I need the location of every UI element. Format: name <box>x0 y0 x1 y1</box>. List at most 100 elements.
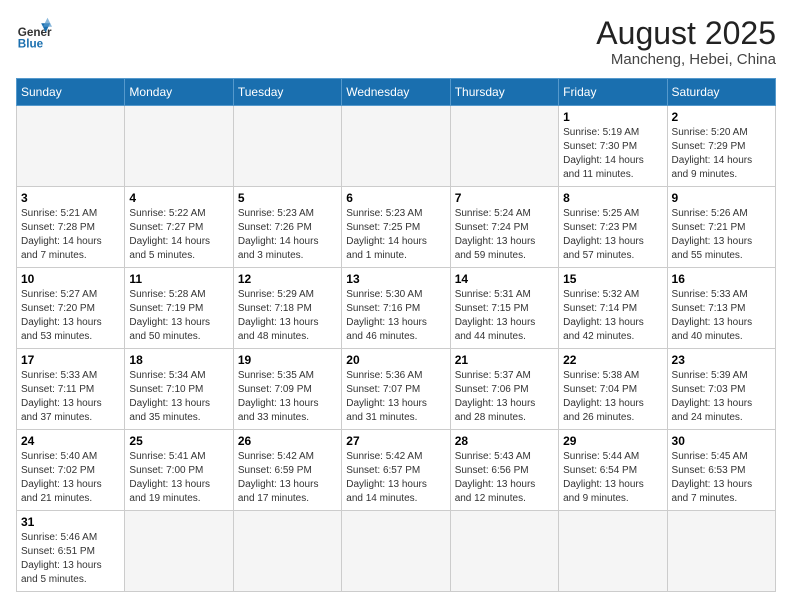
day-number: 12 <box>238 272 337 286</box>
calendar-cell: 20 Sunrise: 5:36 AM Sunset: 7:07 PM Dayli… <box>342 349 450 430</box>
calendar-cell <box>17 106 125 187</box>
day-info: Sunrise: 5:35 AM Sunset: 7:09 PM Dayligh… <box>238 369 337 425</box>
day-info: Sunrise: 5:44 AM Sunset: 6:54 PM Dayligh… <box>563 450 662 506</box>
calendar-week-6: 31 Sunrise: 5:46 AM Sunset: 6:51 PM Dayli… <box>17 511 776 592</box>
calendar-cell: 13Sunrise: 5:30 AM Sunset: 7:16 PM Dayli… <box>342 268 450 349</box>
day-number: 5 <box>238 191 337 205</box>
calendar-cell: 18 Sunrise: 5:34 AM Sunset: 7:10 PM Dayli… <box>125 349 233 430</box>
calendar-cell: 10 Sunrise: 5:27 AM Sunset: 7:20 PM Dayli… <box>17 268 125 349</box>
day-number: 27 <box>346 434 445 448</box>
day-number: 16 <box>672 272 771 286</box>
day-info: Sunrise: 5:40 AM Sunset: 7:02 PM Dayligh… <box>21 450 120 506</box>
day-header-thursday: Thursday <box>450 79 558 106</box>
calendar-cell: 9 Sunrise: 5:26 AM Sunset: 7:21 PM Daylig… <box>667 187 775 268</box>
day-info: Sunrise: 5:23 AM Sunset: 7:26 PM Dayligh… <box>238 207 337 263</box>
day-number: 7 <box>455 191 554 205</box>
day-info: Sunrise: 5:22 AM Sunset: 7:27 PM Dayligh… <box>129 207 228 263</box>
day-number: 11 <box>129 272 228 286</box>
calendar-cell: 26 Sunrise: 5:42 AM Sunset: 6:59 PM Dayli… <box>233 430 341 511</box>
day-number: 2 <box>672 110 771 124</box>
day-info: Sunrise: 5:27 AM Sunset: 7:20 PM Dayligh… <box>21 288 120 344</box>
day-info: Sunrise: 5:31 AM Sunset: 7:15 PM Dayligh… <box>455 288 554 344</box>
day-info: Sunrise: 5:25 AM Sunset: 7:23 PM Dayligh… <box>563 207 662 263</box>
calendar-cell: 7Sunrise: 5:24 AM Sunset: 7:24 PM Daylig… <box>450 187 558 268</box>
calendar-cell: 6 Sunrise: 5:23 AM Sunset: 7:25 PM Daylig… <box>342 187 450 268</box>
day-info: Sunrise: 5:32 AM Sunset: 7:14 PM Dayligh… <box>563 288 662 344</box>
day-header-wednesday: Wednesday <box>342 79 450 106</box>
calendar-subtitle: Mancheng, Hebei, China <box>596 51 776 68</box>
day-number: 28 <box>455 434 554 448</box>
day-info: Sunrise: 5:19 AM Sunset: 7:30 PM Dayligh… <box>563 126 662 182</box>
calendar-cell: 4 Sunrise: 5:22 AM Sunset: 7:27 PM Daylig… <box>125 187 233 268</box>
calendar-cell: 5 Sunrise: 5:23 AM Sunset: 7:26 PM Daylig… <box>233 187 341 268</box>
calendar-week-2: 3 Sunrise: 5:21 AM Sunset: 7:28 PM Daylig… <box>17 187 776 268</box>
day-number: 18 <box>129 353 228 367</box>
day-info: Sunrise: 5:46 AM Sunset: 6:51 PM Dayligh… <box>21 531 120 587</box>
day-info: Sunrise: 5:26 AM Sunset: 7:21 PM Dayligh… <box>672 207 771 263</box>
calendar-cell: 25 Sunrise: 5:41 AM Sunset: 7:00 PM Dayli… <box>125 430 233 511</box>
calendar-cell: 21 Sunrise: 5:37 AM Sunset: 7:06 PM Dayli… <box>450 349 558 430</box>
day-number: 26 <box>238 434 337 448</box>
day-number: 6 <box>346 191 445 205</box>
calendar-title-area: August 2025 Mancheng, Hebei, China <box>596 16 776 68</box>
day-header-sunday: Sunday <box>17 79 125 106</box>
day-info: Sunrise: 5:39 AM Sunset: 7:03 PM Dayligh… <box>672 369 771 425</box>
calendar-cell <box>342 106 450 187</box>
day-number: 4 <box>129 191 228 205</box>
day-number: 20 <box>346 353 445 367</box>
day-info: Sunrise: 5:41 AM Sunset: 7:00 PM Dayligh… <box>129 450 228 506</box>
calendar-cell: 3 Sunrise: 5:21 AM Sunset: 7:28 PM Daylig… <box>17 187 125 268</box>
day-info: Sunrise: 5:20 AM Sunset: 7:29 PM Dayligh… <box>672 126 771 182</box>
day-header-friday: Friday <box>559 79 667 106</box>
calendar-cell <box>559 511 667 592</box>
day-number: 17 <box>21 353 120 367</box>
day-number: 31 <box>21 515 120 529</box>
day-header-saturday: Saturday <box>667 79 775 106</box>
day-info: Sunrise: 5:45 AM Sunset: 6:53 PM Dayligh… <box>672 450 771 506</box>
calendar-cell: 16 Sunrise: 5:33 AM Sunset: 7:13 PM Dayli… <box>667 268 775 349</box>
calendar-cell: 1Sunrise: 5:19 AM Sunset: 7:30 PM Daylig… <box>559 106 667 187</box>
calendar-week-4: 17 Sunrise: 5:33 AM Sunset: 7:11 PM Dayli… <box>17 349 776 430</box>
day-number: 10 <box>21 272 120 286</box>
calendar-cell: 14 Sunrise: 5:31 AM Sunset: 7:15 PM Dayli… <box>450 268 558 349</box>
day-number: 3 <box>21 191 120 205</box>
calendar-cell: 31 Sunrise: 5:46 AM Sunset: 6:51 PM Dayli… <box>17 511 125 592</box>
calendar-cell: 15 Sunrise: 5:32 AM Sunset: 7:14 PM Dayli… <box>559 268 667 349</box>
day-info: Sunrise: 5:34 AM Sunset: 7:10 PM Dayligh… <box>129 369 228 425</box>
calendar-cell: 11Sunrise: 5:28 AM Sunset: 7:19 PM Dayli… <box>125 268 233 349</box>
day-number: 21 <box>455 353 554 367</box>
page-header: General Blue August 2025 Mancheng, Hebei… <box>16 16 776 68</box>
logo-icon: General Blue <box>16 16 52 52</box>
calendar-week-3: 10 Sunrise: 5:27 AM Sunset: 7:20 PM Dayli… <box>17 268 776 349</box>
day-header-tuesday: Tuesday <box>233 79 341 106</box>
day-info: Sunrise: 5:23 AM Sunset: 7:25 PM Dayligh… <box>346 207 445 263</box>
calendar-cell: 28 Sunrise: 5:43 AM Sunset: 6:56 PM Dayli… <box>450 430 558 511</box>
calendar-cell <box>125 511 233 592</box>
day-info: Sunrise: 5:36 AM Sunset: 7:07 PM Dayligh… <box>346 369 445 425</box>
calendar-cell <box>667 511 775 592</box>
calendar-cell: 27 Sunrise: 5:42 AM Sunset: 6:57 PM Dayli… <box>342 430 450 511</box>
calendar-cell <box>233 106 341 187</box>
day-info: Sunrise: 5:42 AM Sunset: 6:57 PM Dayligh… <box>346 450 445 506</box>
day-info: Sunrise: 5:42 AM Sunset: 6:59 PM Dayligh… <box>238 450 337 506</box>
calendar-header-row: SundayMondayTuesdayWednesdayThursdayFrid… <box>17 79 776 106</box>
day-number: 9 <box>672 191 771 205</box>
day-info: Sunrise: 5:33 AM Sunset: 7:11 PM Dayligh… <box>21 369 120 425</box>
day-info: Sunrise: 5:21 AM Sunset: 7:28 PM Dayligh… <box>21 207 120 263</box>
day-number: 30 <box>672 434 771 448</box>
day-info: Sunrise: 5:37 AM Sunset: 7:06 PM Dayligh… <box>455 369 554 425</box>
calendar-cell <box>342 511 450 592</box>
day-info: Sunrise: 5:30 AM Sunset: 7:16 PM Dayligh… <box>346 288 445 344</box>
day-number: 22 <box>563 353 662 367</box>
day-number: 25 <box>129 434 228 448</box>
calendar-cell <box>233 511 341 592</box>
calendar-cell <box>450 511 558 592</box>
day-number: 8 <box>563 191 662 205</box>
calendar-cell: 19 Sunrise: 5:35 AM Sunset: 7:09 PM Dayli… <box>233 349 341 430</box>
day-number: 19 <box>238 353 337 367</box>
day-info: Sunrise: 5:33 AM Sunset: 7:13 PM Dayligh… <box>672 288 771 344</box>
day-number: 15 <box>563 272 662 286</box>
day-info: Sunrise: 5:43 AM Sunset: 6:56 PM Dayligh… <box>455 450 554 506</box>
day-number: 14 <box>455 272 554 286</box>
calendar-title: August 2025 <box>596 16 776 51</box>
